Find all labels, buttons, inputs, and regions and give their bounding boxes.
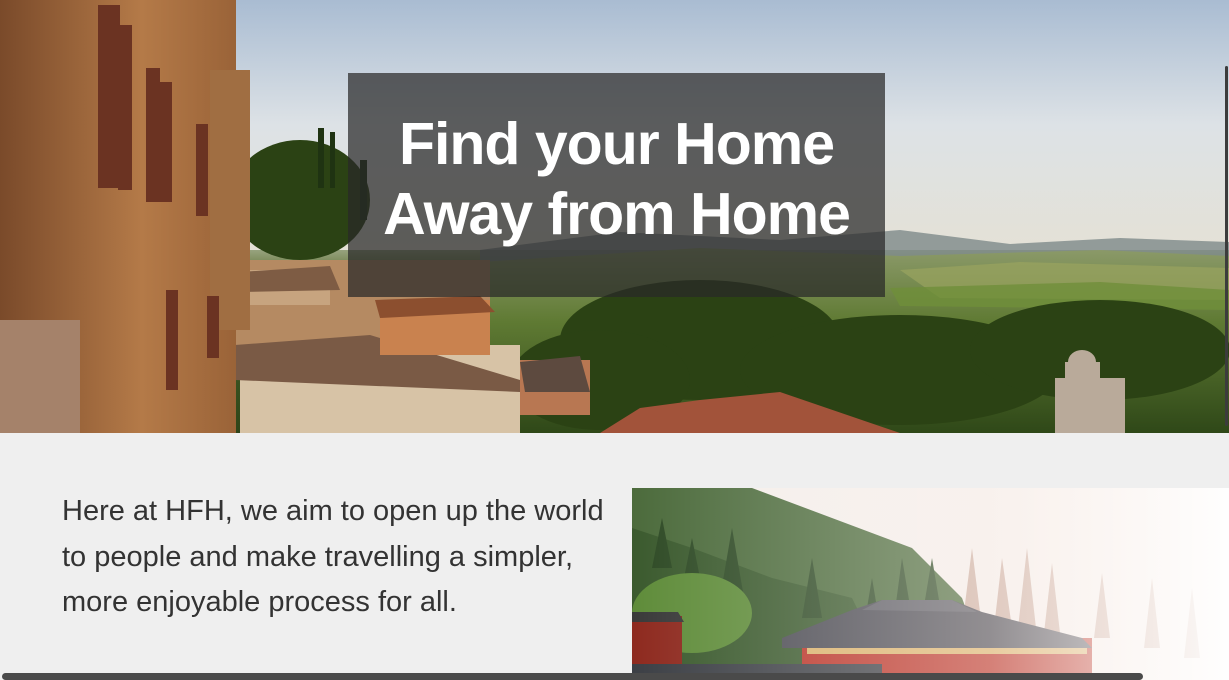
hero-title-overlay: Find your Home Away from Home <box>348 73 885 297</box>
horizontal-scrollbar[interactable] <box>2 673 1143 680</box>
vertical-scrollbar[interactable] <box>1225 66 1228 426</box>
temple-photo-graphic <box>632 488 1229 680</box>
temple-photo <box>632 488 1229 680</box>
hero-title-line-1: Find your Home <box>398 111 835 177</box>
hero-title: Find your Home Away from Home <box>383 109 851 249</box>
intro-paragraph: Here at HFH, we aim to open up the world… <box>62 495 604 618</box>
hero-banner: Find your Home Away from Home <box>0 0 1229 433</box>
hero-title-line-2: Away from Home <box>383 181 851 247</box>
